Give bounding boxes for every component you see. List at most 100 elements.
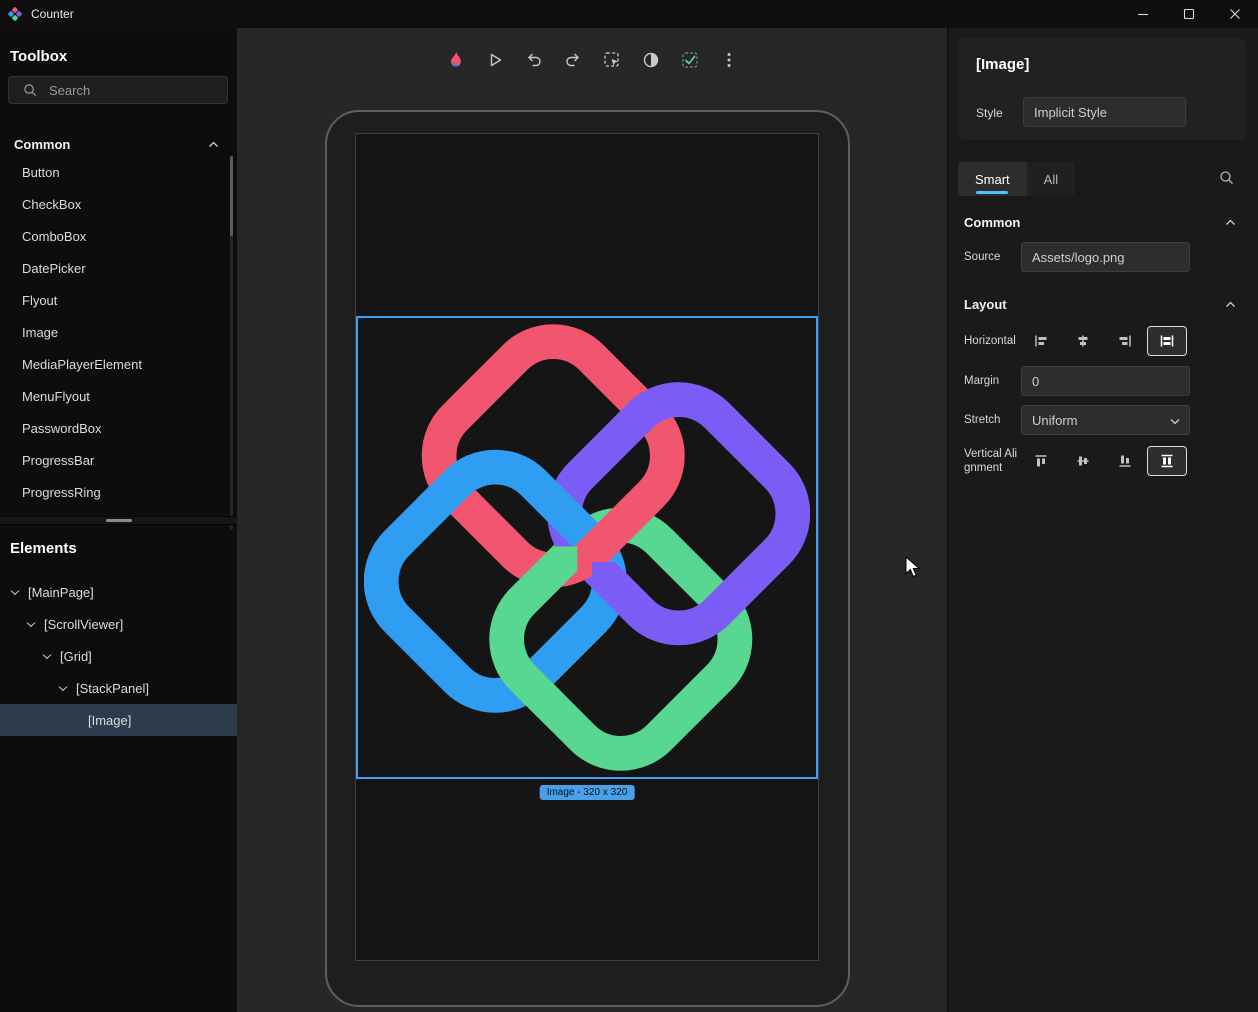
toolbox-section-common[interactable]: Common xyxy=(0,130,237,158)
align-top-icon xyxy=(1033,453,1049,469)
theme-toggle-icon[interactable] xyxy=(637,46,665,74)
tree-item-label: [Grid] xyxy=(60,649,92,664)
minimize-button[interactable] xyxy=(1120,0,1166,28)
toolbox-item-mediaplayerelement[interactable]: MediaPlayerElement xyxy=(0,348,229,380)
toolbox-item-datepicker[interactable]: DatePicker xyxy=(0,252,229,284)
align-horizontal-stretch-button[interactable] xyxy=(1147,326,1187,356)
uno-logo-image xyxy=(364,324,810,771)
elements-title: Elements xyxy=(10,540,77,557)
validation-check-icon[interactable] xyxy=(676,46,704,74)
play-icon[interactable] xyxy=(481,46,509,74)
horizontal-alignment-label: Horizontal xyxy=(964,334,1021,348)
section-common[interactable]: Common xyxy=(964,208,1236,236)
inspector-header-card: [Image] Style Implicit Style xyxy=(958,38,1246,140)
tree-item-mainpage[interactable]: [MainPage] xyxy=(0,576,237,608)
hot-reload-flame-icon[interactable] xyxy=(442,46,470,74)
toolbox-item-combobox[interactable]: ComboBox xyxy=(0,220,229,252)
toolbox-search-input[interactable]: Search xyxy=(8,76,228,104)
source-label: Source xyxy=(964,250,1021,264)
stretch-dropdown[interactable]: Uniform xyxy=(1021,405,1190,435)
align-vertical-stretch-button[interactable] xyxy=(1147,446,1187,476)
app-logo-icon xyxy=(7,6,23,22)
search-placeholder: Search xyxy=(49,83,90,98)
align-vertical-bottom-button[interactable] xyxy=(1105,446,1145,476)
align-center-horizontal-icon xyxy=(1075,333,1091,349)
align-right-icon xyxy=(1117,333,1133,349)
align-center-vertical-icon xyxy=(1075,453,1091,469)
chevron-up-icon xyxy=(208,141,219,148)
properties-search-button[interactable] xyxy=(1219,170,1234,190)
chevron-up-icon[interactable] xyxy=(1225,219,1236,226)
toolbox-item-menuflyout[interactable]: MenuFlyout xyxy=(0,380,229,412)
toolbox-item-button[interactable]: Button xyxy=(0,156,229,188)
mouse-cursor xyxy=(905,556,921,580)
section-label: Common xyxy=(14,137,70,152)
design-page[interactable]: Image - 320 x 320 xyxy=(355,133,819,961)
align-horizontal-right-button[interactable] xyxy=(1105,326,1145,356)
toolbox-item-progressbar[interactable]: ProgressBar xyxy=(0,444,229,476)
splitter-grip xyxy=(106,519,132,522)
redo-icon[interactable] xyxy=(559,46,587,74)
margin-input[interactable]: 0 xyxy=(1021,366,1190,396)
selected-element-title: [Image] xyxy=(976,56,1029,73)
chevron-up-icon[interactable] xyxy=(1225,301,1236,308)
search-icon xyxy=(23,83,37,97)
app-window: Counter Toolbox Search xyxy=(0,0,1258,1012)
undo-icon[interactable] xyxy=(520,46,548,74)
tree-item-label: [Image] xyxy=(88,713,131,728)
align-vertical-center-button[interactable] xyxy=(1063,446,1103,476)
elements-tree: [MainPage] [ScrollViewer] [Grid] [StackP… xyxy=(0,576,237,736)
chevron-down-icon[interactable] xyxy=(26,621,36,628)
align-bottom-icon xyxy=(1117,453,1133,469)
style-label: Style xyxy=(976,106,1003,120)
tree-item-label: [MainPage] xyxy=(28,585,94,600)
tree-item-scrollviewer[interactable]: [ScrollViewer] xyxy=(0,608,237,640)
align-horizontal-left-button[interactable] xyxy=(1021,326,1061,356)
stretch-property-row: Stretch Uniform xyxy=(964,405,1242,435)
horizontal-alignment-row: Horizontal xyxy=(964,324,1242,358)
style-input[interactable]: Implicit Style xyxy=(1023,97,1186,127)
align-vertical-top-button[interactable] xyxy=(1021,446,1061,476)
tree-item-label: [ScrollViewer] xyxy=(44,617,123,632)
stretch-vertical-icon xyxy=(1159,453,1175,469)
more-options-icon[interactable] xyxy=(715,46,743,74)
selected-image-element[interactable] xyxy=(356,316,818,779)
toolbox-item-passwordbox[interactable]: PasswordBox xyxy=(0,412,229,444)
canvas-toolbar xyxy=(237,46,947,74)
maximize-button[interactable] xyxy=(1166,0,1212,28)
selection-size-badge: Image - 320 x 320 xyxy=(540,785,635,800)
toolbox-item-checkbox[interactable]: CheckBox xyxy=(0,188,229,220)
margin-property-row: Margin 0 xyxy=(964,366,1242,396)
close-button[interactable] xyxy=(1212,0,1258,28)
chevron-down-icon[interactable] xyxy=(42,653,52,660)
chevron-down-icon[interactable] xyxy=(10,589,20,596)
tree-item-label: [StackPanel] xyxy=(76,681,149,696)
tab-all[interactable]: All xyxy=(1027,162,1075,196)
tree-item-grid[interactable]: [Grid] xyxy=(0,640,237,672)
horizontal-alignment-group xyxy=(1021,326,1187,356)
device-frame: Image - 320 x 320 xyxy=(325,110,850,1007)
vertical-alignment-label: Vertical Alignment xyxy=(964,447,1021,475)
toolbox-scrollbar-thumb[interactable] xyxy=(230,156,233,236)
chevron-down-icon xyxy=(1170,418,1180,425)
design-canvas[interactable]: Image - 320 x 320 xyxy=(237,28,947,1012)
section-layout[interactable]: Layout xyxy=(964,290,1236,318)
chevron-down-icon[interactable] xyxy=(58,685,68,692)
stretch-horizontal-icon xyxy=(1159,333,1175,349)
stretch-label: Stretch xyxy=(964,413,1021,427)
tab-smart[interactable]: Smart xyxy=(958,162,1027,196)
tree-item-image-selected[interactable]: [Image] xyxy=(0,704,237,736)
properties-panel: [Image] Style Implicit Style Smart All C… xyxy=(947,28,1258,1012)
align-horizontal-center-button[interactable] xyxy=(1063,326,1103,356)
section-common-label: Common xyxy=(964,215,1020,230)
toolbox-item-flyout[interactable]: Flyout xyxy=(0,284,229,316)
tree-item-stackpanel[interactable]: [StackPanel] xyxy=(0,672,237,704)
stretch-dropdown-value: Uniform xyxy=(1032,413,1078,428)
panel-splitter[interactable] xyxy=(0,516,237,525)
element-picker-icon[interactable] xyxy=(598,46,626,74)
inspector-tabs: Smart All xyxy=(958,162,1075,196)
toolbox-item-image[interactable]: Image xyxy=(0,316,229,348)
source-input[interactable]: Assets/logo.png xyxy=(1021,242,1190,272)
toolbox-item-progressring[interactable]: ProgressRing xyxy=(0,476,229,508)
source-property-row: Source Assets/logo.png xyxy=(964,242,1242,272)
